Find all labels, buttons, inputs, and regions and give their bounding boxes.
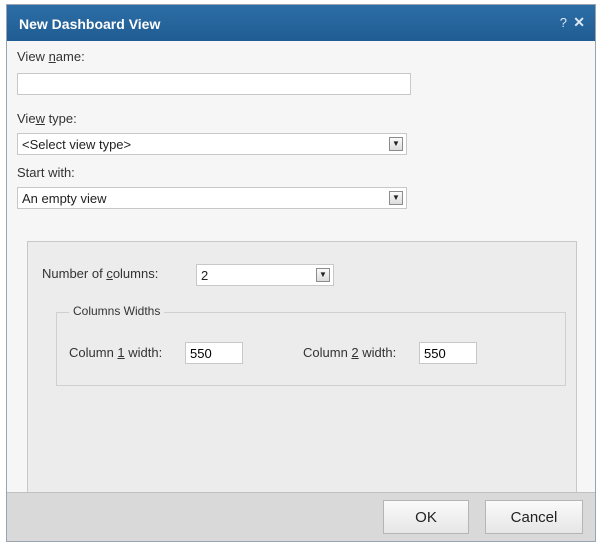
- help-icon[interactable]: ?: [560, 15, 567, 30]
- dropdown-arrow-icon[interactable]: ▼: [389, 137, 403, 151]
- start-with-select[interactable]: An empty view ▼: [17, 187, 407, 209]
- ok-button[interactable]: OK: [383, 500, 469, 534]
- dialog-titlebar: New Dashboard View ? ✕: [7, 5, 595, 41]
- column-2-width-label: Column 2 width:: [303, 345, 397, 360]
- view-name-label: View name:: [17, 49, 85, 64]
- columns-panel: Number of columns: 2 ▼ Columns Widths Co…: [27, 241, 577, 493]
- close-icon[interactable]: ✕: [573, 14, 585, 31]
- column-1-width-label: Column 1 width:: [69, 345, 163, 360]
- number-of-columns-label: Number of columns:: [42, 266, 159, 281]
- view-type-label: View type:: [17, 111, 77, 126]
- column-2-width-input[interactable]: [419, 342, 477, 364]
- start-with-value: An empty view: [22, 191, 107, 206]
- dialog-title: New Dashboard View: [19, 16, 161, 32]
- column-widths-group: Columns Widths Column 1 width: Column 2 …: [56, 304, 566, 386]
- new-dashboard-view-dialog: New Dashboard View ? ✕ View name: View t…: [6, 4, 596, 542]
- number-of-columns-select[interactable]: 2 ▼: [196, 264, 334, 286]
- dropdown-arrow-icon[interactable]: ▼: [316, 268, 330, 282]
- view-name-input[interactable]: [17, 73, 411, 95]
- column-widths-legend: Columns Widths: [69, 304, 165, 318]
- dropdown-arrow-icon[interactable]: ▼: [389, 191, 403, 205]
- number-of-columns-value: 2: [201, 268, 209, 283]
- column-1-width-input[interactable]: [185, 342, 243, 364]
- view-type-select[interactable]: <Select view type> ▼: [17, 133, 407, 155]
- cancel-button[interactable]: Cancel: [485, 500, 583, 534]
- view-type-value: <Select view type>: [22, 137, 132, 152]
- dialog-footer: OK Cancel: [7, 492, 595, 541]
- start-with-label: Start with:: [17, 165, 75, 180]
